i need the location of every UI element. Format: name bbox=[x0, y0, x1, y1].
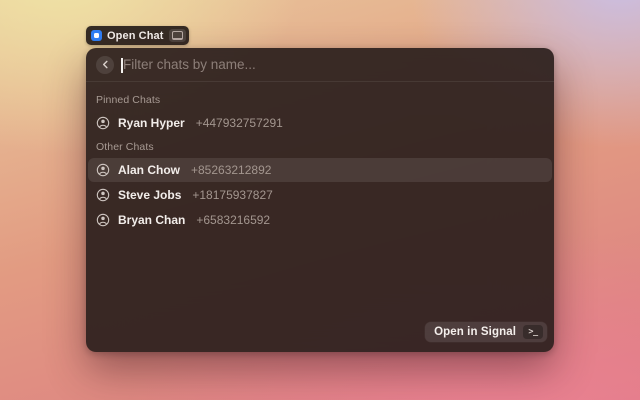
section-header: Other Chats bbox=[96, 141, 544, 153]
chevron-left-icon bbox=[101, 60, 110, 69]
back-button[interactable] bbox=[96, 56, 114, 74]
person-circle-icon bbox=[96, 116, 110, 130]
chat-name: Steve Jobs bbox=[118, 188, 181, 202]
person-circle-icon bbox=[96, 188, 110, 202]
text-cursor bbox=[121, 58, 123, 73]
desktop-background: Open Chat Pinned Chats Ryan Hyper +44793… bbox=[0, 0, 640, 400]
chat-row[interactable]: Steve Jobs +18175937827 bbox=[88, 183, 552, 207]
chat-section: Other Chats Alan Chow +85263212892 Steve… bbox=[88, 141, 552, 232]
terminal-prompt-icon: >_ bbox=[523, 325, 543, 339]
chat-section: Pinned Chats Ryan Hyper +447932757291 bbox=[88, 94, 552, 135]
search-bar bbox=[86, 48, 554, 82]
chat-name: Ryan Hyper bbox=[118, 116, 185, 130]
chat-phone: +85263212892 bbox=[191, 163, 271, 177]
chat-row[interactable]: Alan Chow +85263212892 bbox=[88, 158, 552, 182]
person-circle-icon bbox=[96, 213, 110, 227]
chat-name: Bryan Chan bbox=[118, 213, 185, 227]
chat-list: Pinned Chats Ryan Hyper +447932757291 Ot… bbox=[86, 82, 554, 317]
chat-app-icon bbox=[91, 30, 102, 41]
chat-name: Alan Chow bbox=[118, 163, 180, 177]
open-in-signal-label: Open in Signal bbox=[434, 326, 516, 338]
chat-bubble-glyph bbox=[94, 33, 99, 38]
search-input[interactable] bbox=[123, 57, 544, 72]
footer-bar: Open in Signal >_ bbox=[86, 317, 554, 352]
keycap-glyph bbox=[172, 31, 183, 40]
open-chat-label: Open Chat bbox=[107, 30, 164, 42]
chat-filter-panel: Pinned Chats Ryan Hyper +447932757291 Ot… bbox=[86, 48, 554, 352]
chat-phone: +18175937827 bbox=[192, 188, 272, 202]
chat-phone: +447932757291 bbox=[196, 116, 283, 130]
person-circle-icon bbox=[96, 163, 110, 177]
chat-phone: +6583216592 bbox=[196, 213, 270, 227]
open-in-signal-button[interactable]: Open in Signal >_ bbox=[425, 322, 547, 342]
section-rows: Alan Chow +85263212892 Steve Jobs +18175… bbox=[88, 158, 552, 232]
section-rows: Ryan Hyper +447932757291 bbox=[88, 111, 552, 135]
open-chat-pill[interactable]: Open Chat bbox=[86, 26, 189, 45]
chat-row[interactable]: Bryan Chan +6583216592 bbox=[88, 208, 552, 232]
enter-key-icon bbox=[169, 29, 186, 42]
chat-row[interactable]: Ryan Hyper +447932757291 bbox=[88, 111, 552, 135]
section-header: Pinned Chats bbox=[96, 94, 544, 106]
search-field-area bbox=[123, 57, 544, 72]
